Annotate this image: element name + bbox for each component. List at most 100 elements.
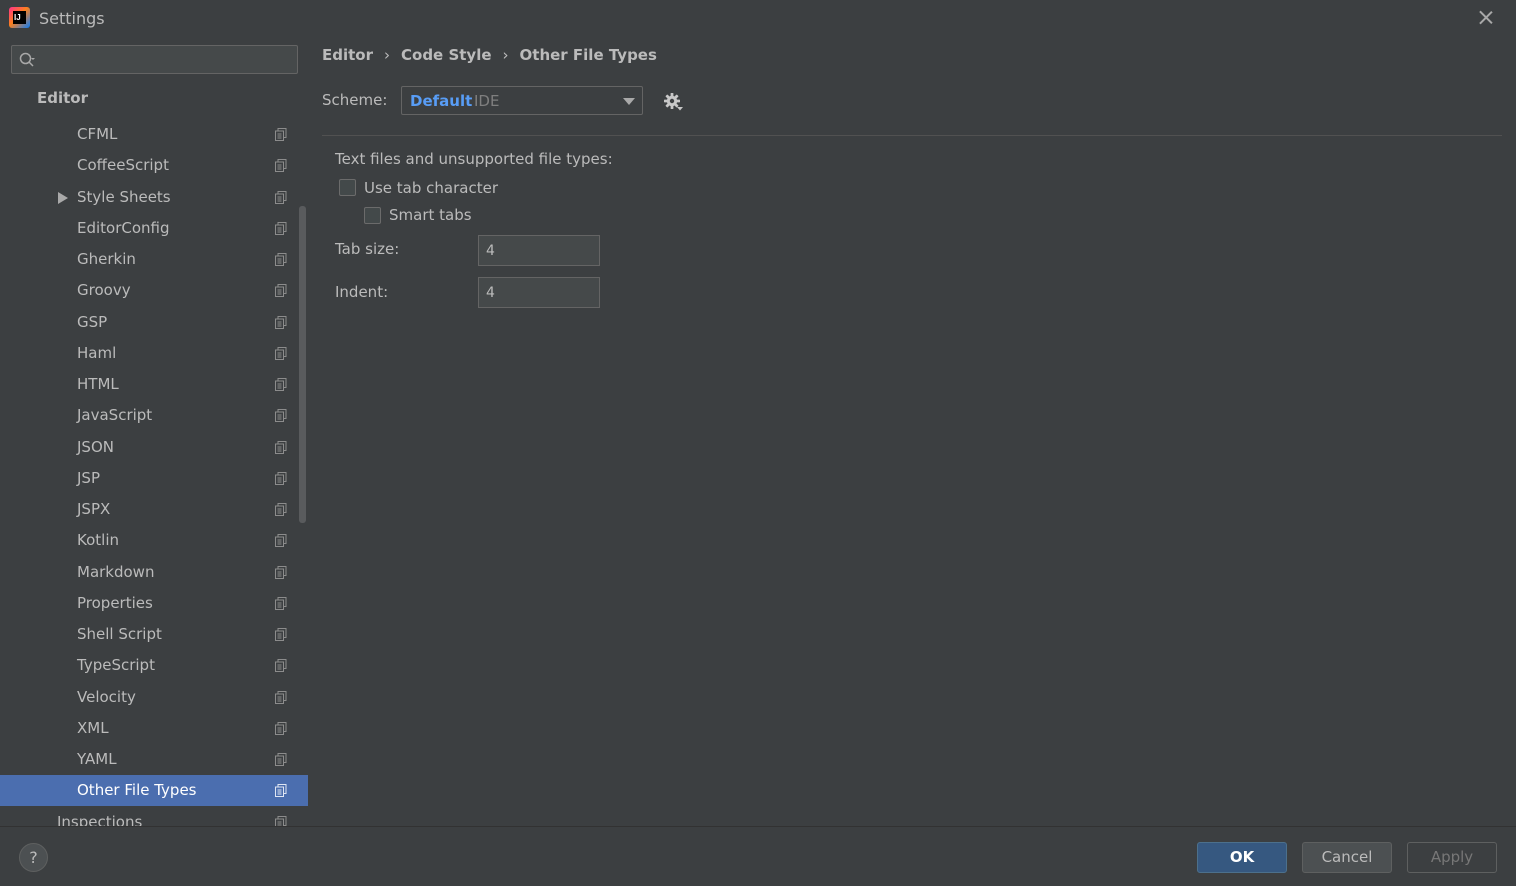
tree-header-editor[interactable]: Editor	[37, 89, 88, 107]
scheme-dropdown[interactable]: Default IDE	[401, 86, 643, 115]
sidebar-item[interactable]: Groovy	[0, 275, 308, 306]
sidebar-scrollbar[interactable]	[299, 206, 306, 523]
use-tab-character-label[interactable]: Use tab character	[364, 179, 498, 197]
sidebar-item-label: JSON	[77, 437, 114, 456]
help-button[interactable]: ?	[19, 843, 48, 872]
project-scope-copy-icon	[275, 565, 287, 579]
scheme-name: Default	[410, 92, 473, 110]
dialog-footer: ? OK Cancel Apply	[0, 826, 1516, 886]
sidebar-item[interactable]: Kotlin	[0, 525, 308, 556]
search-input[interactable]	[42, 49, 292, 70]
sidebar-item-label: CFML	[77, 125, 118, 143]
sidebar-item-label: JavaScript	[77, 406, 153, 425]
project-scope-copy-icon	[275, 503, 287, 517]
project-scope-copy-icon	[275, 534, 287, 548]
project-scope-copy-icon	[275, 659, 287, 673]
cancel-button[interactable]: Cancel	[1302, 842, 1392, 873]
sidebar-item-label: EditorConfig	[77, 218, 170, 237]
ok-button[interactable]: OK	[1197, 842, 1287, 873]
sidebar-item[interactable]: TypeScript	[0, 650, 308, 681]
sidebar-item[interactable]: YAML	[0, 744, 308, 775]
sidebar-item[interactable]: Haml	[0, 338, 308, 369]
project-scope-copy-icon	[275, 753, 287, 767]
settings-sidebar: Editor CFML CoffeeScript Style Sheets Edito…	[0, 36, 308, 826]
project-scope-copy-icon	[275, 378, 287, 392]
expand-arrow-icon[interactable]	[58, 191, 68, 204]
window-title: Settings	[39, 9, 105, 28]
sidebar-item-label: YAML	[77, 750, 117, 769]
project-scope-copy-icon	[275, 628, 287, 642]
sidebar-item-label: CoffeeScript	[77, 156, 169, 175]
sidebar-item-label: Velocity	[77, 687, 136, 706]
project-scope-copy-icon	[275, 221, 287, 235]
sidebar-item[interactable]: CoffeeScript	[0, 150, 308, 181]
sidebar-item[interactable]: Properties	[0, 588, 308, 619]
sidebar-item[interactable]: XML	[0, 713, 308, 744]
sidebar-item[interactable]: Markdown	[0, 557, 308, 588]
sidebar-item[interactable]: Style Sheets	[0, 182, 308, 213]
sidebar-item-label: Properties	[77, 593, 153, 612]
title-bar: IJ Settings	[0, 0, 1516, 36]
sidebar-item[interactable]: EditorConfig	[0, 213, 308, 244]
indent-input[interactable]	[478, 277, 600, 308]
project-scope-copy-icon	[275, 128, 287, 141]
sidebar-item[interactable]: HTML	[0, 369, 308, 400]
sidebar-item-label: JSP	[77, 468, 100, 487]
sidebar-item-label: HTML	[77, 375, 119, 394]
breadcrumb-item: Code Style	[401, 46, 492, 64]
project-scope-copy-icon	[275, 190, 287, 204]
project-scope-copy-icon	[275, 253, 287, 267]
sidebar-item[interactable]: Shell Script	[0, 619, 308, 650]
tab-size-label: Tab size:	[335, 240, 400, 258]
sidebar-item-label: GSP	[77, 312, 108, 331]
intellij-idea-icon: IJ	[9, 7, 30, 28]
project-scope-copy-icon	[275, 721, 287, 735]
sidebar-item-label: Gherkin	[77, 250, 136, 269]
use-tab-character-checkbox[interactable]	[339, 179, 356, 196]
sidebar-item-label: Markdown	[77, 562, 155, 581]
sidebar-item[interactable]: JSPX	[0, 494, 308, 525]
project-scope-copy-icon	[275, 284, 287, 298]
sidebar-item[interactable]: GSP	[0, 307, 308, 338]
project-scope-copy-icon	[275, 315, 287, 329]
sidebar-item[interactable]: JavaScript	[0, 400, 308, 431]
search-icon	[19, 52, 35, 67]
sidebar-item[interactable]: Velocity	[0, 682, 308, 713]
sidebar-item-label: XML	[77, 718, 109, 737]
breadcrumb-separator: ›	[502, 46, 509, 64]
sidebar-item-label: Shell Script	[77, 625, 162, 644]
section-title: Text files and unsupported file types:	[335, 150, 613, 168]
smart-tabs-label[interactable]: Smart tabs	[389, 206, 472, 224]
sidebar-item[interactable]: CFML	[0, 119, 308, 150]
project-scope-copy-icon	[275, 409, 287, 423]
project-scope-copy-icon	[275, 596, 287, 610]
close-icon[interactable]	[1476, 8, 1496, 28]
tab-size-input[interactable]	[478, 235, 600, 266]
sidebar-item-label: Groovy	[77, 281, 131, 300]
sidebar-item-label: JSPX	[77, 500, 111, 519]
project-scope-copy-icon	[275, 784, 287, 798]
sidebar-item[interactable]: JSON	[0, 432, 308, 463]
sidebar-item-label: Haml	[77, 343, 117, 362]
sidebar-item[interactable]: Other File Types	[0, 775, 308, 807]
divider	[322, 135, 1502, 136]
smart-tabs-checkbox[interactable]	[364, 207, 381, 224]
breadcrumb-separator: ›	[384, 46, 390, 64]
indent-label: Indent:	[335, 283, 389, 301]
sidebar-item-label: Other File Types	[77, 781, 197, 800]
gear-icon[interactable]	[662, 91, 684, 113]
project-scope-copy-icon	[275, 815, 287, 826]
sidebar-item[interactable]: Inspections	[0, 807, 308, 826]
project-scope-copy-icon	[275, 159, 287, 173]
sidebar-item-label: Style Sheets	[77, 187, 171, 206]
project-scope-copy-icon	[275, 440, 287, 454]
sidebar-item-label: Kotlin	[77, 531, 119, 550]
apply-button[interactable]: Apply	[1407, 842, 1497, 873]
chevron-down-icon	[623, 98, 635, 105]
scheme-kind: IDE	[474, 92, 500, 110]
project-scope-copy-icon	[275, 471, 287, 485]
project-scope-copy-icon	[275, 690, 287, 704]
sidebar-item[interactable]: JSP	[0, 463, 308, 494]
search-box[interactable]	[11, 45, 298, 74]
sidebar-item[interactable]: Gherkin	[0, 244, 308, 275]
